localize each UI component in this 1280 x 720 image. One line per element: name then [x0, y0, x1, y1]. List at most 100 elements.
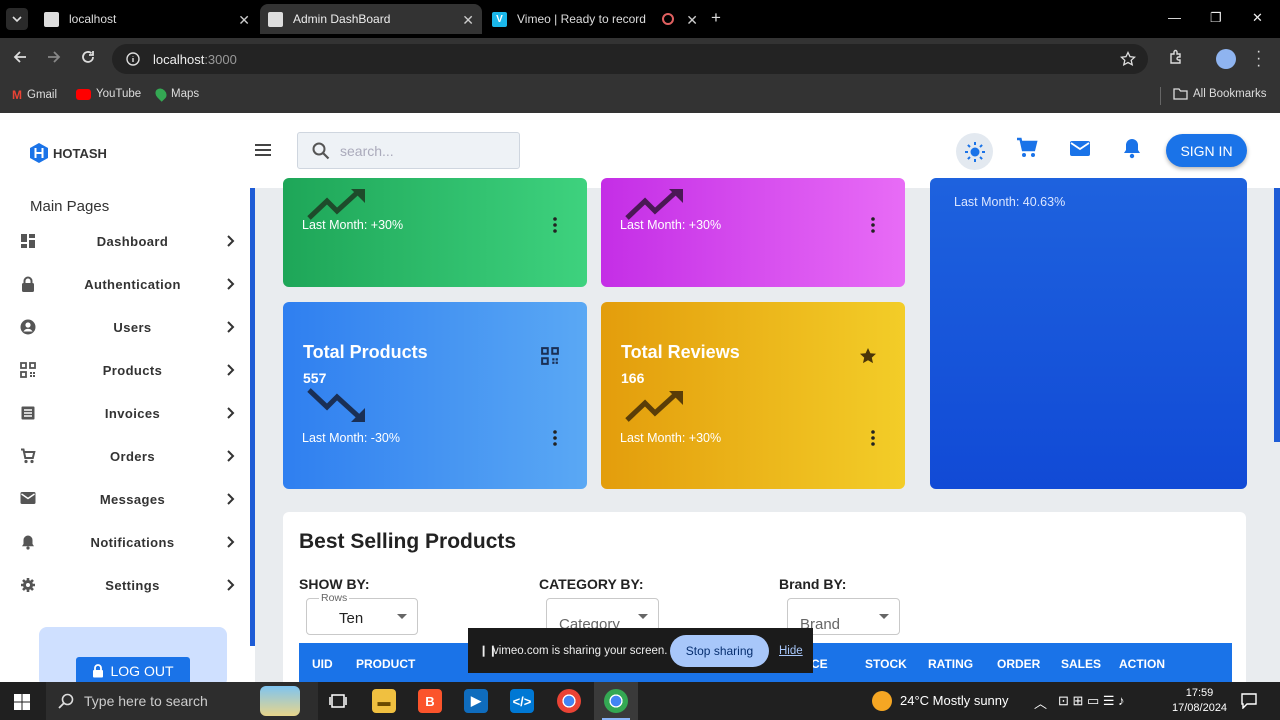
invoice-icon	[21, 406, 35, 420]
bookmark-youtube[interactable]: YouTube	[76, 88, 141, 100]
close-tab-icon[interactable]: ✕	[462, 12, 474, 29]
all-bookmarks-button[interactable]: All Bookmarks	[1173, 88, 1267, 100]
sidebar-item-orders[interactable]: Orders	[0, 435, 250, 478]
tray-icons[interactable]: ⊡ ⊞ ▭ ☰ ♪	[1058, 693, 1125, 709]
restore-icon[interactable]: ❐	[1210, 10, 1222, 26]
col-stock[interactable]: STOCK	[865, 657, 907, 671]
chrome-active-button[interactable]	[594, 682, 638, 720]
taskbar-search[interactable]: Type here to search	[46, 682, 318, 720]
vscode-icon[interactable]: </>	[510, 689, 534, 713]
notification-center-icon[interactable]	[1241, 693, 1257, 709]
all-bookmarks-label: All Bookmarks	[1193, 88, 1267, 100]
rows-select[interactable]: Rows Ten	[306, 592, 418, 635]
file-explorer-icon[interactable]: ▬	[372, 689, 396, 713]
tab-search-button[interactable]	[6, 8, 28, 30]
brave-browser-icon[interactable]: B	[418, 689, 442, 713]
stat-card-green: Last Month: +30%	[283, 178, 587, 287]
col-sales[interactable]: SALES	[1061, 657, 1101, 671]
sidebar-item-label: Invoices	[104, 406, 161, 421]
sidebar-item-products[interactable]: Products	[0, 349, 250, 392]
sidebar-item-users[interactable]: Users	[0, 306, 250, 349]
bell-icon[interactable]	[1122, 137, 1142, 159]
sidebar-item-messages[interactable]: Messages	[0, 478, 250, 521]
tray-chevron-icon[interactable]: ︿	[1034, 693, 1047, 712]
reload-icon[interactable]	[80, 49, 96, 65]
brand-name: HOTASH	[53, 145, 107, 161]
more-vert-icon[interactable]	[871, 430, 875, 446]
sidebar-item-settings[interactable]: Settings	[0, 564, 250, 607]
back-icon[interactable]	[12, 49, 28, 65]
minimize-icon[interactable]: —	[1168, 10, 1181, 25]
tab-title: Vimeo | Ready to record	[517, 12, 646, 26]
search-box[interactable]: search...	[297, 132, 520, 169]
sidebar: Main Pages Dashboard Authentication User…	[0, 188, 250, 687]
qr-icon	[20, 362, 36, 378]
qr-icon	[541, 347, 559, 365]
stop-sharing-button[interactable]: Stop sharing	[670, 635, 769, 667]
sign-in-button[interactable]: SIGN IN	[1166, 134, 1247, 167]
theme-toggle-button[interactable]	[956, 133, 993, 170]
search-placeholder: search...	[340, 142, 394, 159]
cart-icon[interactable]	[1016, 137, 1038, 159]
profile-avatar[interactable]	[1216, 49, 1236, 69]
stat-card-total-products: Total Products 557 Last Month: -30%	[283, 302, 587, 489]
sidebar-item-dashboard[interactable]: Dashboard	[0, 220, 250, 263]
col-rating[interactable]: RATING	[928, 657, 973, 671]
clock-date: 17/08/2024	[1172, 702, 1228, 714]
logout-button[interactable]: LOG OUT	[76, 657, 190, 685]
bookmarks-bar: M Gmail YouTube Maps All Bookmarks	[0, 80, 1280, 113]
folder-icon	[1173, 88, 1188, 100]
bell-icon	[22, 535, 34, 550]
tab-vimeo[interactable]: V Vimeo | Ready to record ✕	[484, 4, 706, 34]
close-tab-icon[interactable]: ✕	[686, 12, 698, 29]
bookmark-gmail[interactable]: M Gmail	[12, 88, 57, 102]
sidebar-item-authentication[interactable]: Authentication	[0, 263, 250, 306]
more-vert-icon[interactable]	[553, 430, 557, 446]
task-view-icon[interactable]	[329, 693, 347, 709]
card-value: 166	[621, 370, 645, 386]
col-action[interactable]: ACTION	[1119, 657, 1165, 671]
close-tab-icon[interactable]: ✕	[238, 12, 250, 29]
windows-start-icon[interactable]	[14, 694, 30, 710]
logout-label: LOG OUT	[110, 663, 174, 679]
col-order[interactable]: ORDER	[997, 657, 1040, 671]
col-price[interactable]: CE	[811, 657, 828, 671]
site-info-icon[interactable]	[126, 52, 140, 66]
dropdown-arrow-icon	[397, 614, 407, 619]
hide-link[interactable]: Hide	[779, 645, 803, 657]
col-product[interactable]: PRODUCT	[356, 657, 415, 671]
address-bar[interactable]: localhost:3000	[112, 44, 1148, 74]
hamburger-menu-icon[interactable]	[254, 143, 272, 157]
screen-share-banner: ❙❙ vimeo.com is sharing your screen. Sto…	[468, 628, 813, 673]
chrome-icon[interactable]	[557, 689, 581, 713]
tab-admin-dashboard[interactable]: Admin DashBoard ✕	[260, 4, 482, 34]
bookmark-maps[interactable]: Maps	[153, 86, 199, 102]
media-player-icon[interactable]: ▶	[464, 689, 488, 713]
bookmark-star-icon[interactable]	[1120, 51, 1136, 67]
chevron-right-icon	[227, 536, 235, 548]
forward-icon[interactable]	[46, 49, 62, 65]
sidebar-item-invoices[interactable]: Invoices	[0, 392, 250, 435]
main-scrollbar[interactable]	[1274, 188, 1280, 442]
tab-localhost[interactable]: localhost ✕	[36, 4, 258, 34]
gmail-icon: M	[12, 88, 22, 102]
sidebar-section-title: Main Pages	[30, 198, 110, 215]
brand-logo[interactable]: HOTASH	[29, 142, 107, 164]
close-window-icon[interactable]: ✕	[1252, 10, 1263, 26]
last-month-text: Last Month: +30%	[620, 218, 722, 232]
search-icon	[58, 693, 74, 709]
weather-text[interactable]: 24°C Mostly sunny	[900, 693, 1009, 708]
col-uid[interactable]: UID	[312, 657, 333, 671]
sidebar-item-label: Settings	[105, 578, 160, 593]
chrome-icon	[604, 689, 628, 713]
more-vert-icon[interactable]	[553, 217, 557, 233]
rows-legend: Rows	[319, 592, 350, 604]
system-clock[interactable]: 17:59 17/08/2024	[1172, 686, 1227, 716]
more-vert-icon[interactable]	[871, 217, 875, 233]
extensions-icon[interactable]	[1168, 49, 1184, 65]
mail-icon[interactable]	[1069, 137, 1091, 159]
sidebar-item-notifications[interactable]: Notifications	[0, 521, 250, 564]
menu-kebab-icon[interactable]: · · ·	[1256, 44, 1261, 74]
new-tab-button[interactable]: +	[711, 8, 721, 28]
last-month-text: Last Month: +30%	[620, 431, 722, 445]
